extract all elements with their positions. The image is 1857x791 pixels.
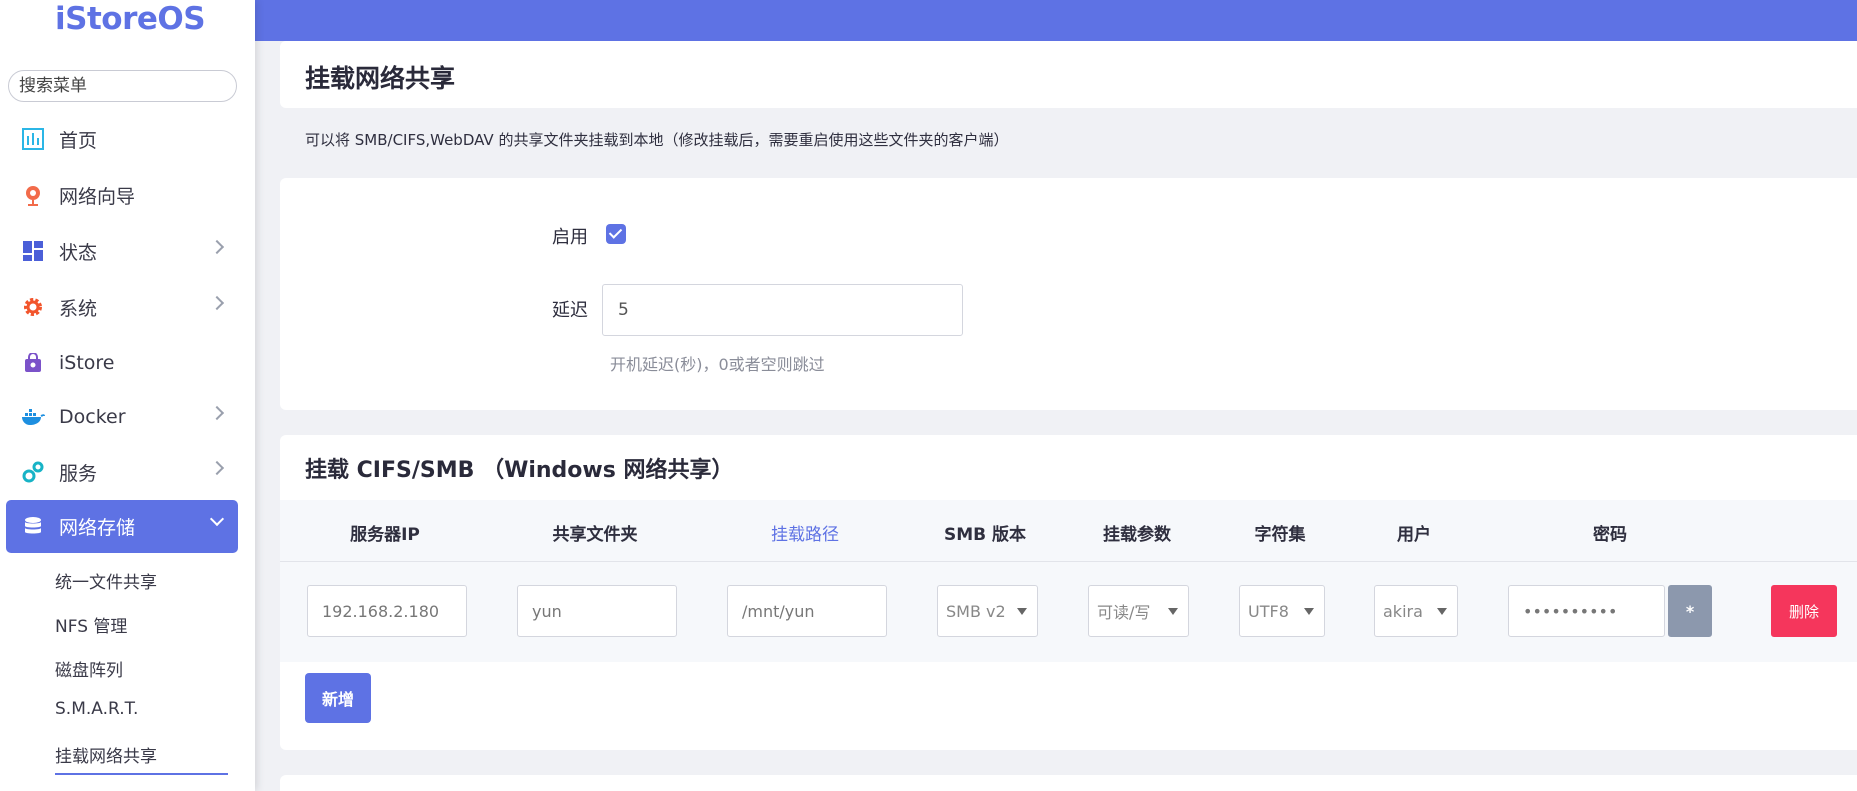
smb-version-value: SMB v2 (946, 601, 1006, 621)
sidebar-item-label: 状态 (59, 241, 98, 264)
sidebar-item-docker[interactable]: Docker (6, 391, 238, 443)
global-settings-card: 启用 延迟 开机延迟(秒)，0或者空则跳过 (280, 178, 1857, 410)
sidebar-subitem-smart[interactable]: S.M.A.R.T. (55, 699, 138, 719)
sidebar-item-label: 首页 (59, 129, 98, 152)
chevron-right-icon (209, 460, 225, 476)
add-mount-button[interactable]: 新增 (305, 673, 371, 723)
column-header-smb-version: SMB 版本 (943, 525, 1027, 545)
column-header-share-folder: 共享文件夹 (552, 525, 638, 545)
charset-value: UTF8 (1248, 601, 1289, 621)
app-logo[interactable]: iStoreOS (55, 0, 206, 38)
column-header-mount-params: 挂载参数 (1103, 525, 1171, 545)
sidebar-item-label: 网络存储 (59, 517, 136, 539)
server-ip-input[interactable] (307, 585, 467, 637)
sidebar-item-services[interactable]: 服务 (6, 446, 238, 498)
chevron-down-icon (209, 511, 225, 527)
mount-params-value: 可读/写 (1097, 603, 1151, 622)
sidebar-item-label: 服务 (59, 462, 98, 485)
dropdown-arrow-icon (1168, 608, 1178, 615)
column-header-password: 密码 (1593, 525, 1627, 545)
delay-label: 延迟 (552, 300, 588, 321)
sidebar-item-istore[interactable]: iStore (6, 337, 238, 389)
dropdown-arrow-icon (1437, 608, 1447, 615)
services-gears-icon (21, 460, 45, 484)
globe-wizard-icon (21, 183, 45, 207)
mount-path-input[interactable] (727, 585, 887, 637)
grid-status-icon (21, 239, 45, 263)
charset-select[interactable]: UTF8 (1239, 585, 1325, 637)
sidebar-item-label: iStore (59, 352, 115, 374)
table-row: SMB v2 可读/写 UTF8 akira * 删除 (280, 562, 1857, 662)
smb-version-select[interactable]: SMB v2 (937, 585, 1038, 637)
chevron-right-icon (209, 405, 225, 421)
sidebar-item-label: Docker (59, 406, 126, 428)
share-folder-input[interactable] (517, 585, 677, 637)
sidebar-subitem-raid[interactable]: 磁盘阵列 (55, 656, 123, 681)
password-input[interactable] (1508, 585, 1665, 637)
next-section-card (280, 775, 1857, 791)
user-select[interactable]: akira (1374, 585, 1458, 637)
sidebar-item-label: 网络向导 (59, 185, 136, 208)
delay-input[interactable] (602, 284, 963, 336)
chevron-right-icon (209, 239, 225, 255)
sidebar-item-network-storage[interactable]: 网络存储 (6, 500, 238, 553)
sidebar-item-system[interactable]: 系统 (6, 281, 238, 333)
page-description: 可以将 SMB/CIFS,WebDAV 的共享文件夹挂载到本地（修改挂载后，需要… (305, 131, 1009, 149)
section-title: 挂载 CIFS/SMB （Windows 网络共享） (305, 458, 734, 483)
sidebar-subitem-nfs[interactable]: NFS 管理 (55, 612, 127, 637)
column-header-charset: 字符集 (1254, 525, 1306, 545)
dropdown-arrow-icon (1017, 608, 1027, 615)
enable-label: 启用 (552, 227, 588, 248)
sidebar-item-status[interactable]: 状态 (6, 225, 238, 277)
mount-params-select[interactable]: 可读/写 (1088, 585, 1189, 637)
top-bar (255, 0, 1857, 41)
table-header: 服务器IP 共享文件夹 挂载路径 SMB 版本 挂载参数 字符集 用户 密码 (280, 500, 1857, 562)
chevron-right-icon (209, 295, 225, 311)
sidebar-subitem-unified-file-share[interactable]: 统一文件共享 (55, 568, 157, 593)
menu-search-input[interactable] (8, 70, 237, 102)
sidebar-item-label: 系统 (59, 297, 98, 320)
delay-hint: 开机延迟(秒)，0或者空则跳过 (610, 355, 825, 374)
delete-row-button[interactable]: 删除 (1771, 585, 1837, 637)
sidebar-subitem-mount-network-share[interactable]: 挂载网络共享 (55, 742, 228, 775)
docker-whale-icon (21, 405, 45, 429)
smb-mount-card: 挂载 CIFS/SMB （Windows 网络共享） 服务器IP 共享文件夹 挂… (280, 435, 1857, 750)
sidebar-item-network-wizard[interactable]: 网络向导 (6, 169, 238, 221)
dashboard-chart-icon (21, 127, 45, 151)
column-header-server-ip: 服务器IP (350, 525, 420, 545)
user-value: akira (1383, 601, 1423, 621)
page-title-card: 挂载网络共享 (280, 41, 1857, 108)
dropdown-arrow-icon (1304, 608, 1314, 615)
database-icon (21, 515, 45, 539)
enable-checkbox[interactable] (606, 224, 626, 244)
sidebar-item-home[interactable]: 首页 (6, 113, 238, 165)
column-header-mount-path[interactable]: 挂载路径 (771, 520, 839, 545)
sidebar: iStoreOS 首页 网络向导 状态 系统 iStore (0, 0, 255, 791)
page-title: 挂载网络共享 (305, 64, 456, 93)
gear-icon (21, 295, 45, 319)
reveal-password-button[interactable]: * (1668, 585, 1712, 637)
column-header-user: 用户 (1397, 525, 1431, 545)
store-bag-icon (21, 351, 45, 375)
